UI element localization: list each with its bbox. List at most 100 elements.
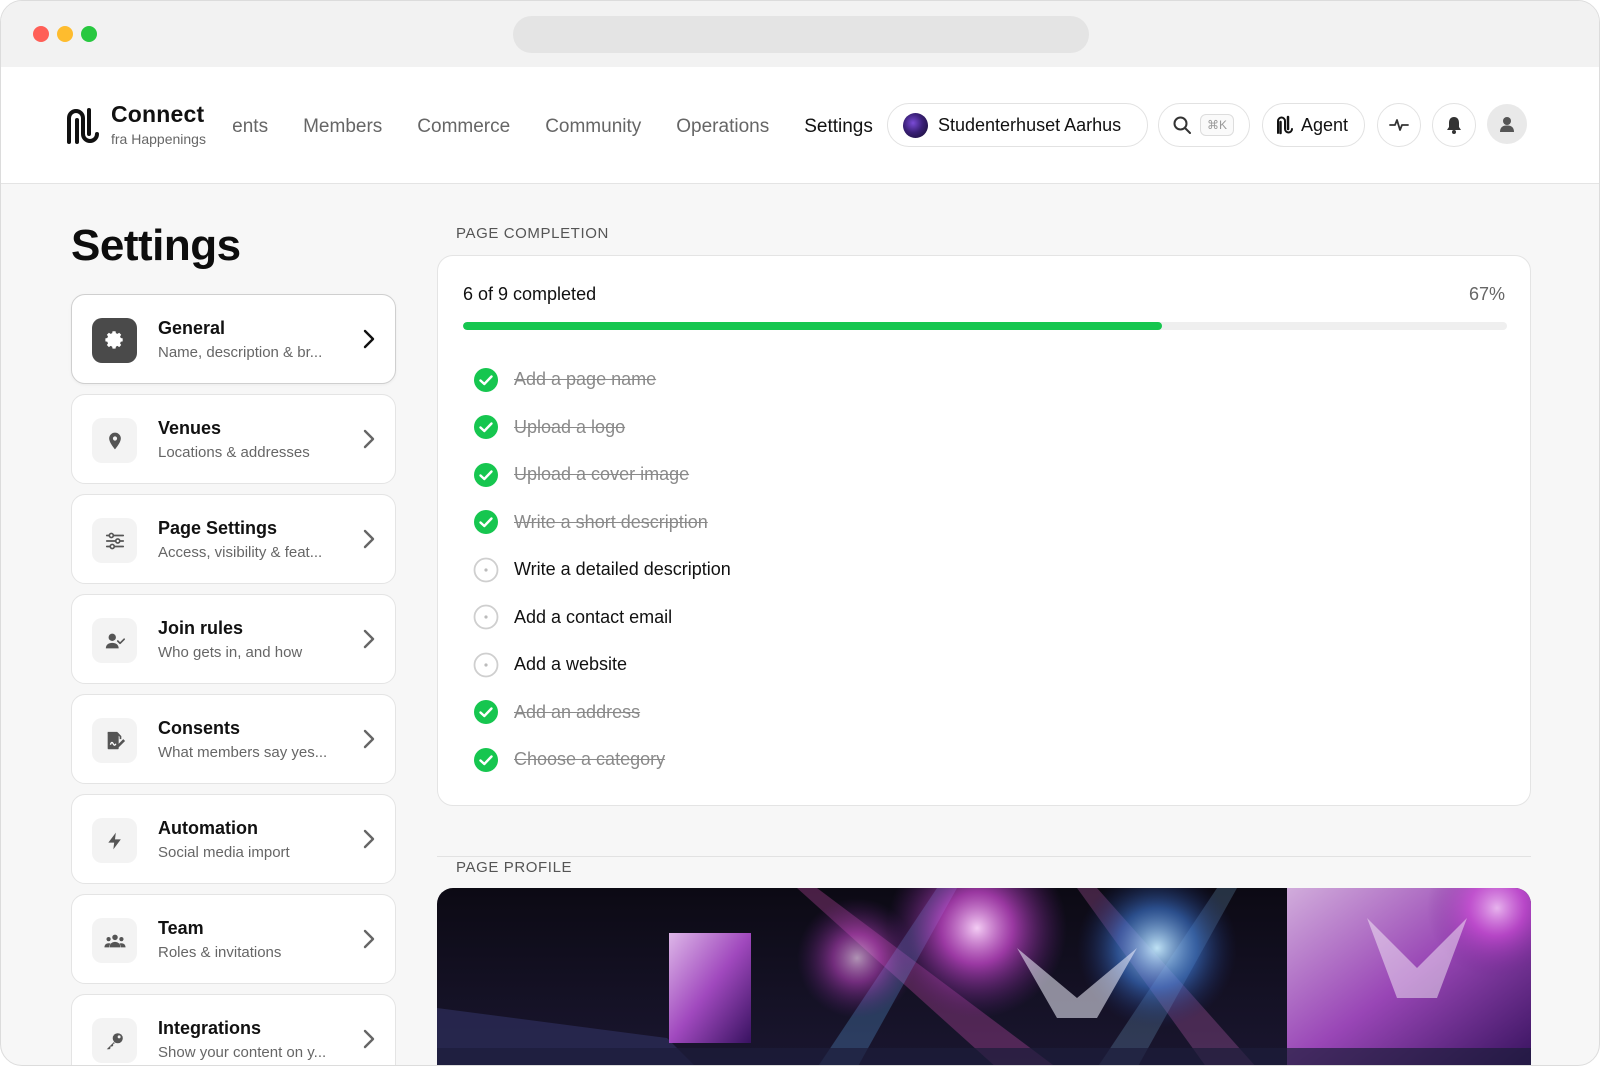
checklist-item[interactable]: Add an address (473, 689, 731, 737)
check-circle-icon (474, 415, 498, 440)
chevron-right-icon (363, 829, 375, 849)
settings-item-subtitle: Access, visibility & feat... (158, 544, 323, 561)
user-icon (1500, 117, 1514, 132)
browser-window: Connect fra Happenings Events Members Comm… (0, 0, 1600, 1066)
checklist-item-label: Write a short description (514, 511, 708, 532)
settings-item-title: General (158, 318, 226, 338)
settings-item-title: Consents (158, 718, 241, 738)
checklist-item[interactable]: Add a contact email (473, 594, 731, 642)
checklist-item-label: Upload a cover image (514, 464, 690, 485)
concert-cover-picture (437, 888, 1531, 1065)
user-check-icon (92, 618, 137, 663)
search-icon (1173, 116, 1191, 134)
connect-logo-icon[interactable] (67, 106, 99, 146)
nav-item-events[interactable]: Events (233, 116, 268, 138)
chevron-right-icon (363, 1029, 375, 1049)
chevron-right-icon (363, 329, 375, 349)
checklist-item[interactable]: Choose a category (473, 736, 731, 784)
notifications-button[interactable] (1432, 103, 1476, 147)
completion-percent: 67% (1468, 284, 1505, 304)
checklist-item-label: Add an address (514, 701, 641, 722)
organization-switcher[interactable]: Studenterhuset Aarhus (887, 103, 1148, 147)
brand-subtitle: fra Happenings (111, 131, 206, 147)
settings-item-title: Automation (158, 818, 258, 838)
gear-icon (92, 318, 137, 363)
main-nav: Events Members Commerce Community Operations… (233, 97, 879, 157)
settings-item-consents[interactable]: Consents What members say yes... (71, 694, 396, 784)
title-bar (1, 1, 1599, 67)
settings-menu: General Name, description & br... Venues Lo… (71, 294, 396, 1065)
search-button[interactable]: ⌘K (1158, 103, 1250, 147)
chevron-right-icon (363, 729, 375, 749)
nav-item-operations[interactable]: Operations (676, 116, 769, 138)
checklist-item-label: Upload a logo (514, 416, 626, 437)
settings-item-subtitle: Locations & addresses (158, 444, 310, 461)
check-circle-icon (474, 462, 498, 487)
activity-button[interactable] (1377, 103, 1421, 147)
checklist-item[interactable]: Write a short description (473, 499, 731, 547)
settings-item-title: Team (158, 918, 204, 938)
completion-progress-bar (463, 322, 1507, 330)
user-avatar-button[interactable] (1487, 104, 1527, 144)
team-icon (92, 918, 137, 963)
maximize-window-button[interactable] (81, 26, 97, 42)
settings-item-title: Page Settings (158, 518, 278, 538)
settings-item-subtitle: Who gets in, and how (158, 644, 303, 661)
checklist-item-label: Choose a category (514, 749, 666, 770)
check-circle-icon (474, 367, 498, 392)
checklist-item[interactable]: Upload a logo (473, 404, 731, 452)
nav-item-commerce[interactable]: Commerce (417, 116, 510, 138)
chevron-right-icon (363, 929, 375, 949)
settings-item-venues[interactable]: Venues Locations & addresses (71, 394, 396, 484)
settings-item-title: Venues (158, 418, 222, 438)
nav-item-community[interactable]: Community (545, 116, 641, 138)
bolt-icon (92, 818, 137, 863)
page-title: Settings (71, 221, 241, 270)
nav-item-settings[interactable]: Settings (804, 116, 873, 138)
organization-name: Studenterhuset Aarhus (938, 114, 1122, 135)
cover-image[interactable] (437, 888, 1531, 1065)
organization-avatar (903, 112, 928, 138)
settings-item-automation[interactable]: Automation Social media import (71, 794, 396, 884)
checklist-item-label: Add a contact email (514, 606, 673, 627)
search-shortcut: ⌘K (1200, 114, 1235, 136)
agent-button[interactable]: Agent (1262, 103, 1365, 147)
empty-circle-icon (473, 604, 499, 630)
settings-item-subtitle: Show your content on y... (158, 1044, 327, 1061)
close-window-button[interactable] (33, 26, 49, 42)
sliders-icon (92, 518, 137, 563)
completion-count: 6 of 9 completed (463, 284, 597, 304)
page-profile-label: PAGE PROFILE (456, 859, 573, 876)
minimize-window-button[interactable] (57, 26, 73, 42)
settings-item-general[interactable]: General Name, description & br... (71, 294, 396, 384)
agent-logo-icon (1277, 115, 1293, 135)
chevron-right-icon (363, 629, 375, 649)
settings-item-team[interactable]: Team Roles & invitations (71, 894, 396, 984)
page-completion-card: 6 of 9 completed 67% Add a page name Uplo… (437, 255, 1531, 806)
empty-circle-icon (473, 652, 499, 678)
settings-item-subtitle: Social media import (158, 844, 290, 861)
address-bar[interactable] (513, 16, 1089, 53)
settings-item-join-rules[interactable]: Join rules Who gets in, and how (71, 594, 396, 684)
nav-item-members[interactable]: Members (303, 116, 382, 138)
settings-item-subtitle: Roles & invitations (158, 944, 282, 961)
check-circle-icon (474, 700, 498, 725)
page-completion-label: PAGE COMPLETION (456, 225, 609, 242)
map-pin-icon (92, 418, 137, 463)
checklist-item[interactable]: Add a website (473, 641, 731, 689)
checklist-item[interactable]: Upload a cover image (473, 451, 731, 499)
checklist-item-label: Write a detailed description (514, 559, 731, 580)
checklist-item[interactable]: Add a page name (473, 356, 731, 404)
chevron-right-icon (363, 429, 375, 449)
checklist-item[interactable]: Write a detailed description (473, 546, 731, 594)
activity-icon (1389, 119, 1409, 131)
check-circle-icon (474, 510, 498, 535)
signature-icon (92, 718, 137, 763)
settings-item-subtitle: Name, description & br... (158, 344, 323, 361)
settings-item-page-settings[interactable]: Page Settings Access, visibility & feat..… (71, 494, 396, 584)
agent-label: Agent (1301, 114, 1349, 135)
app-header: Connect fra Happenings Events Members Comm… (1, 67, 1599, 184)
settings-item-integrations[interactable]: Integrations Show your content on y... (71, 994, 396, 1065)
checklist-item-label: Add a page name (514, 369, 657, 390)
empty-circle-icon (473, 557, 499, 583)
